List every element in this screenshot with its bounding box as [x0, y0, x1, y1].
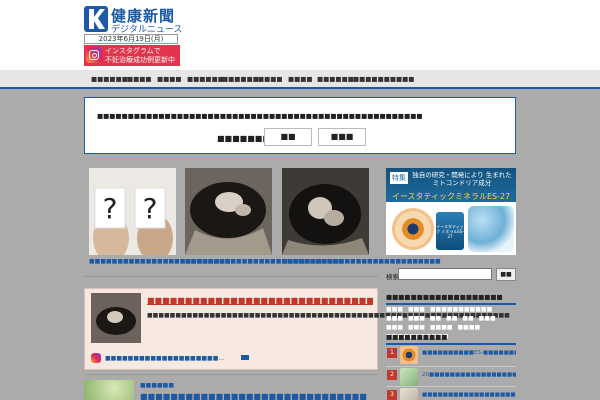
search-button[interactable]: ■■ [496, 268, 516, 281]
tag-item[interactable]: ■■■ [386, 305, 403, 314]
svg-text:?: ? [103, 192, 118, 225]
article-photo-question-marks[interactable]: ? ? [89, 168, 176, 255]
site-header: 健康新聞 デジタルニュース 2023年6月19日(月) インスタグラムで 不妊治… [0, 0, 600, 70]
main-nav: ■■■■■■ ■■■■ ■■■■ ■■■■■■ ■■■■■■ ■■■■ ■■■■… [0, 70, 600, 89]
tag-item[interactable]: ■■■■ [457, 323, 480, 332]
tag-item[interactable]: ■■■ [408, 314, 425, 323]
nav-item-5[interactable]: ■■■■■■ [222, 75, 259, 83]
instagram-icon [86, 47, 102, 63]
ad-product-name: イースタティックミネラルES-27 [391, 192, 511, 201]
next-article-thumbnail[interactable] [84, 380, 134, 400]
search-input[interactable] [398, 268, 492, 280]
notice-no-button[interactable]: ■■■ [318, 128, 366, 146]
eye-image [392, 208, 434, 250]
nav-item-6[interactable]: ■■■■ [258, 75, 283, 83]
photo-caption-3[interactable]: ■■■■■■■■■■■■■■■■■■■■■■■■■■■■ [282, 258, 441, 265]
article-photo-ultrasound-2[interactable] [282, 168, 369, 255]
svg-text:?: ? [143, 192, 158, 225]
sidebar-ad-banner[interactable]: 特集 独自の研究・開発により 生まれたミトコンドリア成分 イースタティックミネラ… [386, 168, 516, 255]
tag-item[interactable]: ■■■ [408, 305, 425, 314]
tag-item[interactable]: ■■■ [408, 323, 425, 332]
featured-article: ■■■■■■■■■■■■■■■■■■■■■■■■■■■■■■ ■■■■■■■■■ … [84, 288, 510, 370]
nav-item-2[interactable]: ■■■■ [127, 75, 152, 83]
instagram-banner-line1: インスタグラムで [105, 47, 161, 55]
rank-number: 2 [387, 370, 397, 380]
next-article-category[interactable]: ■■■■■■ [140, 382, 174, 389]
tag-item[interactable]: ■■■ [386, 314, 403, 323]
instagram-banner-line2: 不妊治療成功例更新中 [105, 56, 175, 64]
instagram-banner[interactable]: インスタグラムで 不妊治療成功例更新中 [84, 45, 180, 66]
featured-body: ■■■■■■■■■■■■■■■■■■■■■■■■■■■■■■■■■■■■■■■■… [147, 312, 510, 319]
notice-message: ■■■■■■■■■■■■■■■■■■■■■■■■■■■■■■■■■■■■■■■■… [97, 112, 423, 120]
ad-text: 独自の研究・開発により 生まれたミトコンドリア成分 [412, 171, 512, 187]
rank-divider [386, 386, 516, 387]
rank-number: 1 [387, 348, 397, 358]
section-divider [84, 276, 378, 277]
featured-thumbnail[interactable] [91, 293, 141, 343]
ranking-heading: ■■■■■■■■■■ [386, 333, 516, 345]
new-badge-icon [241, 355, 249, 360]
ad-badge: 特集 [390, 172, 408, 184]
tag-item[interactable]: ■■ [430, 314, 441, 323]
notice-yes-button[interactable]: ■■ [264, 128, 312, 146]
tags-heading: ■■■■■■■■■■■■■■■■■■■ [386, 293, 516, 305]
instagram-icon [91, 353, 101, 363]
confirmation-notice: ■■■■■■■■■■■■■■■■■■■■■■■■■■■■■■■■■■■■■■■■… [84, 97, 516, 154]
rank-thumbnail[interactable] [400, 346, 418, 364]
rank-divider [386, 366, 516, 367]
tag-item[interactable]: ■■■■■■■■■■■ [430, 305, 492, 314]
product-bottle-image: イースタティック ミネラルES-27 [436, 212, 464, 250]
rank-number: 3 [387, 390, 397, 400]
section-divider [84, 374, 378, 375]
nav-item-3[interactable]: ■■■■ [157, 75, 182, 83]
tag-item[interactable]: ■■■ [479, 314, 496, 323]
tag-item[interactable]: ■■ [462, 314, 473, 323]
tag-item[interactable]: ■■■ [386, 323, 403, 332]
rank-title[interactable]: 20■■■■■■■■■■■■■■■■■■■■■■ [422, 371, 516, 379]
nav-item-1[interactable]: ■■■■■■ [91, 75, 128, 83]
cell-image [468, 206, 514, 252]
nav-item-7[interactable]: ■■■■ [288, 75, 313, 83]
nav-item-9[interactable]: ■■■■■■■■■■ [353, 75, 414, 83]
featured-title[interactable]: ■■■■■■■■■■■■■■■■■■■■■■■■■■■■■■■■■■■■■■■ [147, 295, 373, 307]
rank-title[interactable]: ■■■■■■■■■■ES-■■■■■■■■■■■■■■ [422, 349, 516, 357]
rank-title[interactable]: ■■■■■■■■■■■■■■■■■■■■■■■ [422, 391, 516, 399]
featured-instagram-link[interactable]: ■■■■■■■■■■■■■■■■■■■■... [105, 355, 224, 362]
current-date: 2023年6月19日(月) [84, 34, 178, 44]
nav-item-4[interactable]: ■■■■■■ [187, 75, 224, 83]
site-logo[interactable]: 健康新聞 デジタルニュース [84, 6, 214, 36]
logo-k-mark [84, 6, 108, 32]
nav-item-8[interactable]: ■■■■■■ [317, 75, 354, 83]
tag-item[interactable]: ■■ [446, 314, 457, 323]
tag-item[interactable]: ■■■■ [430, 323, 453, 332]
article-photo-ultrasound-1[interactable] [185, 168, 272, 255]
next-article-title[interactable]: ■■■■■■■■■■■■■■■■■■■■■■■■■■■■■■ [140, 392, 376, 400]
rank-thumbnail[interactable] [400, 388, 418, 400]
bottle-label: イースタティック ミネラルES-27 [436, 224, 464, 239]
rank-thumbnail[interactable] [400, 368, 418, 386]
